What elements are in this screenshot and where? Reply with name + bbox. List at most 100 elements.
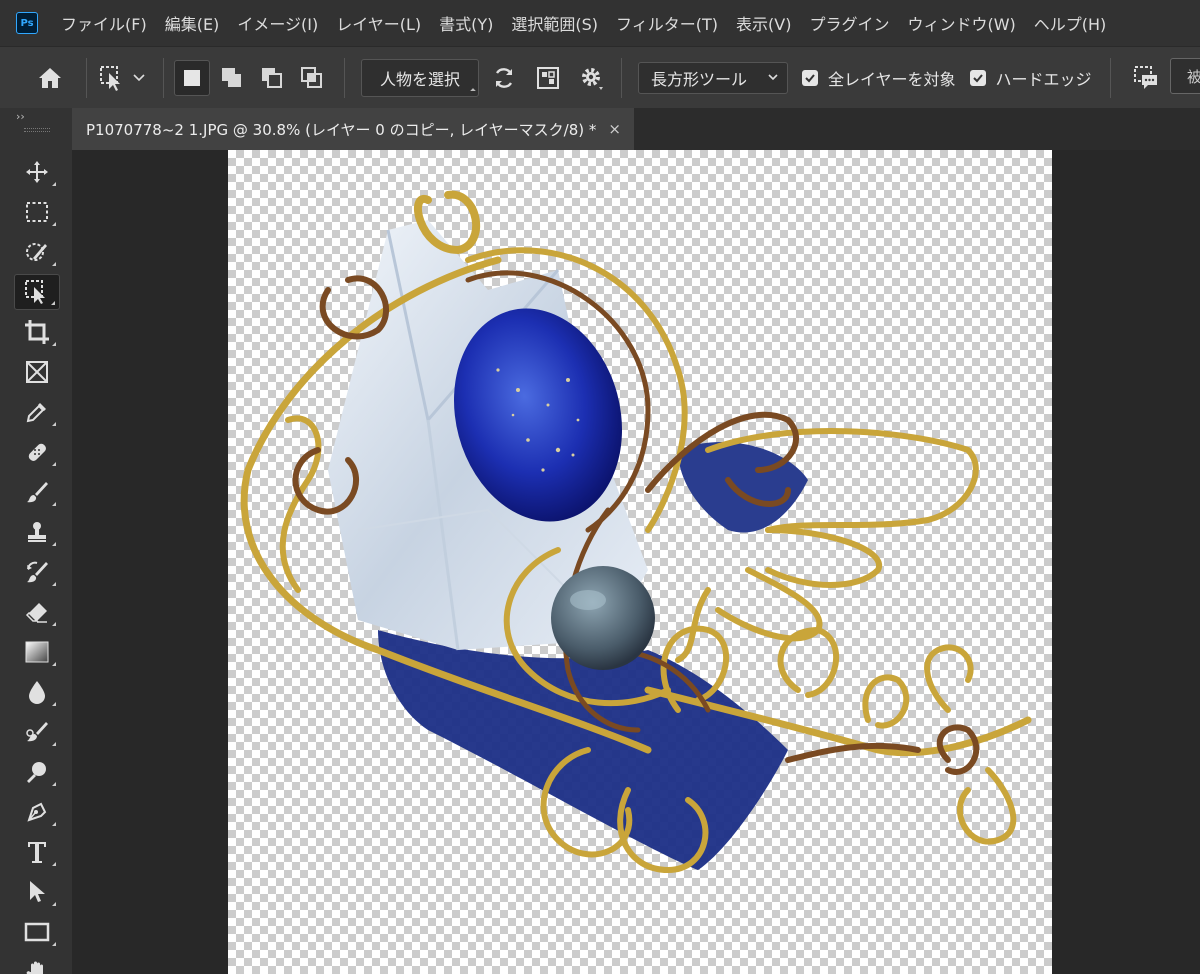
new-selection-button[interactable] — [174, 59, 210, 96]
blur-tool[interactable] — [14, 674, 60, 710]
sample-all-layers-label: 全レイヤーを対象 — [828, 69, 956, 89]
smudge-tool[interactable] — [14, 714, 60, 750]
menu-select[interactable]: 選択範囲(S) — [502, 11, 607, 35]
corner-triangle-icon — [470, 87, 476, 94]
tool-preset-picker[interactable] — [97, 56, 153, 100]
home-icon — [39, 67, 61, 88]
menu-layer[interactable]: レイヤー(L) — [327, 11, 430, 35]
sample-all-layers-checkbox[interactable] — [802, 69, 819, 86]
smudge-icon — [26, 722, 48, 742]
add-selection-icon — [222, 67, 241, 87]
mode-select[interactable]: 長方形ツール — [638, 61, 789, 94]
labradorite-bead — [551, 566, 655, 670]
dodge-icon — [27, 762, 46, 783]
frame-tool[interactable] — [14, 354, 60, 390]
hard-edge-checkbox[interactable] — [969, 69, 986, 86]
refresh-icon — [495, 67, 513, 88]
panel-grip[interactable] — [24, 128, 50, 132]
submenu-triangle-icon — [52, 222, 56, 226]
menu-edit[interactable]: 編集(E) — [156, 11, 229, 35]
submenu-triangle-icon — [52, 582, 56, 586]
move-tool[interactable] — [14, 154, 60, 190]
new-selection-icon — [184, 69, 200, 86]
subtract-selection-icon — [262, 67, 282, 88]
refresh-button[interactable] — [485, 59, 523, 97]
select-and-mask-button[interactable] — [1127, 59, 1165, 97]
menu-bar: Ps ファイル(F) 編集(E) イメージ(I) レイヤー(L) 書式(Y) 選… — [0, 0, 1200, 46]
canvas-area[interactable] — [72, 150, 1200, 974]
quick-selection-tool[interactable] — [14, 234, 60, 270]
settings-button[interactable] — [573, 59, 611, 97]
move-icon — [26, 161, 48, 183]
object-finder-icon — [537, 66, 560, 89]
eyedropper-icon — [26, 403, 46, 423]
submenu-triangle-icon — [52, 262, 56, 266]
menu-window[interactable]: ウィンドウ(W) — [898, 11, 1024, 35]
pen-tool[interactable] — [14, 794, 60, 830]
submenu-triangle-icon — [51, 301, 55, 305]
submenu-triangle-icon — [52, 702, 56, 706]
path-selection-tool[interactable] — [14, 874, 60, 910]
object-selection-icon — [25, 280, 45, 304]
rectangle-tool[interactable] — [14, 914, 60, 950]
type-tool[interactable] — [14, 834, 60, 870]
sample-all-layers-option[interactable]: 全レイヤーを対象 — [802, 66, 956, 90]
document-tab[interactable]: P1070778~2 1.JPG @ 30.8% (レイヤー 0 のコピー, レ… — [72, 108, 634, 150]
hand-icon — [26, 961, 43, 974]
tools-panel: ›› — [0, 108, 72, 974]
menu-help[interactable]: ヘルプ(H) — [1025, 11, 1116, 35]
marquee-icon — [26, 202, 48, 222]
gear-icon — [582, 67, 604, 90]
collapse-panel-button[interactable]: ›› — [16, 110, 25, 123]
chevron-down-icon — [768, 73, 778, 80]
select-subject-button[interactable]: 人物を選択 — [361, 58, 480, 97]
divider — [621, 57, 623, 98]
rectangle-icon — [24, 922, 50, 942]
brush-tool[interactable] — [14, 474, 60, 510]
document-tab-title: P1070778~2 1.JPG @ 30.8% (レイヤー 0 のコピー, レ… — [86, 120, 597, 139]
menu-view[interactable]: 表示(V) — [727, 11, 800, 35]
submenu-triangle-icon — [52, 942, 56, 946]
hand-tool[interactable] — [14, 954, 60, 974]
menu-type[interactable]: 書式(Y) — [430, 11, 502, 35]
menu-file[interactable]: ファイル(F) — [52, 11, 156, 35]
options-bar: 人物を選択 長方形ツール 全レイヤーを対象 ハードエッジ — [0, 46, 1200, 108]
submenu-triangle-icon — [52, 502, 56, 506]
submenu-triangle-icon — [52, 422, 56, 426]
object-selection-tool[interactable] — [14, 274, 60, 310]
close-icon[interactable]: × — [608, 120, 621, 138]
crop-tool[interactable] — [14, 314, 60, 350]
pendant-artwork — [240, 190, 1032, 874]
history-brush-icon — [27, 561, 48, 583]
hard-edge-label: ハードエッジ — [995, 69, 1092, 89]
clone-stamp-tool[interactable] — [14, 514, 60, 550]
arrow-pointer-icon — [30, 881, 45, 902]
submenu-triangle-icon — [52, 822, 56, 826]
document-canvas[interactable] — [228, 150, 1052, 974]
eyedropper-tool[interactable] — [14, 394, 60, 430]
submenu-triangle-icon — [52, 862, 56, 866]
menu-filter[interactable]: フィルター(T) — [607, 11, 727, 35]
gradient-tool[interactable] — [14, 634, 60, 670]
rectangular-marquee-tool[interactable] — [14, 194, 60, 230]
chevron-down-icon — [133, 73, 145, 81]
menu-image[interactable]: イメージ(I) — [228, 11, 327, 35]
submenu-triangle-icon — [52, 342, 56, 346]
stamp-icon — [28, 522, 46, 542]
object-selection-icon — [100, 65, 120, 91]
bandage-icon — [28, 443, 46, 461]
intersect-selection-button[interactable] — [294, 60, 330, 96]
dodge-tool[interactable] — [14, 754, 60, 790]
submenu-triangle-icon — [52, 182, 56, 186]
history-brush-tool[interactable] — [14, 554, 60, 590]
subtract-from-selection-button[interactable] — [254, 60, 290, 96]
hard-edge-option[interactable]: ハードエッジ — [969, 66, 1092, 90]
home-button[interactable] — [24, 52, 76, 104]
eraser-tool[interactable] — [14, 594, 60, 630]
quick-selection-icon — [26, 243, 47, 261]
object-finder-button[interactable] — [529, 59, 567, 97]
refine-field-cutoff[interactable]: 被 — [1170, 58, 1200, 94]
menu-plugins[interactable]: プラグイン — [800, 11, 898, 35]
add-to-selection-button[interactable] — [214, 60, 250, 96]
spot-healing-brush-tool[interactable] — [14, 434, 60, 470]
